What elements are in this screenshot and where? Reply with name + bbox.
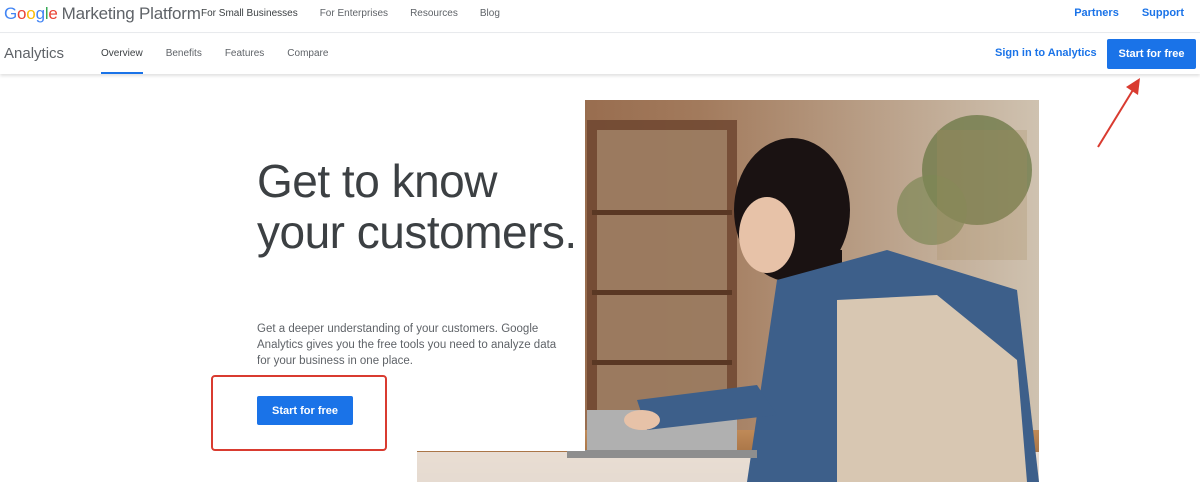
support-link[interactable]: Support [1142,7,1184,19]
start-for-free-header-button[interactable]: Start for free [1107,39,1196,69]
hero-white-panel [417,100,585,451]
nav-for-small-businesses[interactable]: For Small Businesses [201,8,298,19]
sign-in-link[interactable]: Sign in to Analytics [995,47,1097,59]
tab-compare[interactable]: Compare [287,34,328,74]
tab-features[interactable]: Features [225,34,264,74]
top-right-links: Partners Support [1051,7,1184,19]
top-nav: For Small Businesses For Enterprises Res… [201,8,522,19]
nav-resources[interactable]: Resources [410,8,458,19]
google-marketing-platform-logo[interactable]: Google Marketing Platform [4,4,201,24]
tab-benefits[interactable]: Benefits [166,34,202,74]
product-name[interactable]: Analytics [4,45,64,62]
annotation-arrow-icon [1097,78,1140,148]
nav-for-enterprises[interactable]: For Enterprises [320,8,388,19]
tab-overview[interactable]: Overview [101,34,143,74]
nav-blog[interactable]: Blog [480,8,500,19]
product-tabs: Overview Benefits Features Compare [101,34,351,74]
partners-link[interactable]: Partners [1074,7,1119,19]
hero-subtext: Get a deeper understanding of your custo… [257,323,557,367]
logo-platform-text: Marketing Platform [61,4,201,23]
top-bar: Google Marketing Platform For Small Busin… [0,0,1200,33]
product-nav: Analytics Overview Benefits Features Com… [0,34,1200,74]
annotation-highlight-box [211,375,387,451]
hero-headline: Get to know your customers. [257,155,577,258]
